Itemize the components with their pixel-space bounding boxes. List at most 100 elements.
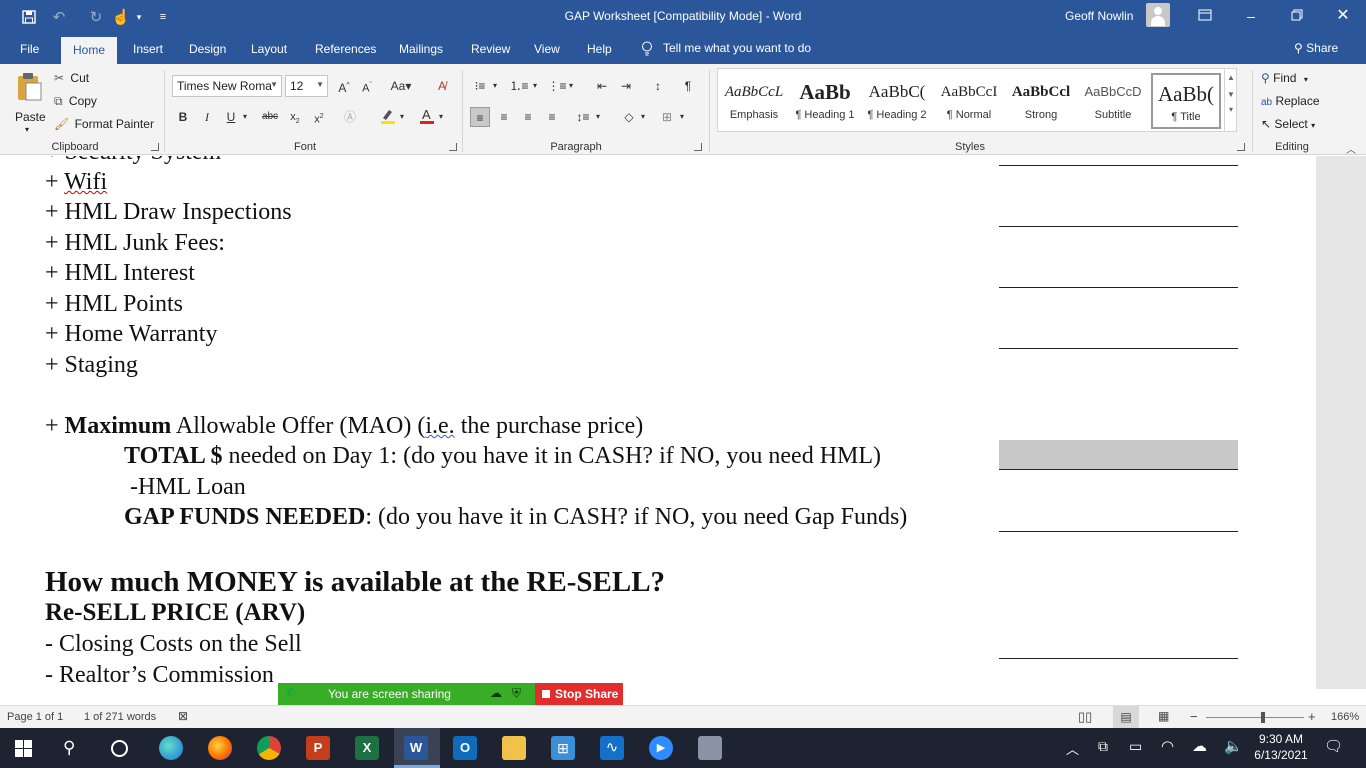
word-icon[interactable]: W — [404, 736, 428, 760]
align-center-icon[interactable]: ≡ — [494, 107, 514, 127]
search-icon[interactable]: ⚲ — [63, 738, 75, 758]
font-color-icon[interactable]: A — [417, 107, 437, 127]
cut-button[interactable]: ✂ Cut — [54, 71, 89, 85]
strikethrough-icon[interactable]: abc — [260, 107, 280, 127]
justify-icon[interactable]: ≡ — [542, 107, 562, 127]
replace-button[interactable]: ab Replace — [1261, 94, 1320, 108]
vertical-scrollbar[interactable] — [1316, 156, 1366, 689]
stop-share-button[interactable]: Stop Share — [535, 683, 623, 705]
file-explorer-icon[interactable] — [502, 736, 526, 760]
increase-indent-icon[interactable]: ⇥ — [616, 76, 636, 96]
web-layout-icon[interactable]: ▦ — [1158, 709, 1169, 723]
meet-now-icon[interactable]: ⧉ — [1098, 738, 1108, 755]
tab-layout[interactable]: Layout — [251, 42, 287, 56]
style-heading-1[interactable]: AaBb ¶ Heading 1 — [790, 73, 860, 129]
zoom-level[interactable]: 166% — [1331, 711, 1359, 723]
style-emphasis[interactable]: AaBbCcL Emphasis — [719, 73, 789, 129]
decrease-indent-icon[interactable]: ⇤ — [592, 76, 612, 96]
tab-insert[interactable]: Insert — [133, 42, 163, 56]
sort-icon[interactable]: ↕ — [648, 76, 668, 96]
restore-icon[interactable] — [1285, 6, 1309, 26]
more-styles-icon[interactable]: ▾ — [1225, 105, 1237, 114]
user-name[interactable]: Geoff Nowlin — [1065, 9, 1133, 23]
format-painter-button[interactable]: 🖌 Format Painter — [54, 117, 154, 131]
firefox-icon[interactable] — [208, 736, 232, 760]
document-page[interactable]: + Security System + Wifi + HML Draw Insp… — [0, 156, 1316, 689]
notifications-icon[interactable]: 🗨 — [1324, 737, 1343, 755]
bullets-icon[interactable]: ⁝≡ — [470, 76, 490, 96]
chevron-down-icon[interactable]: ▾ — [530, 76, 540, 96]
bold-icon[interactable]: B — [173, 107, 193, 127]
tab-mailings[interactable]: Mailings — [399, 42, 443, 56]
zoom-slider[interactable] — [1206, 717, 1304, 718]
numbering-icon[interactable]: ⒈≡ — [509, 76, 529, 96]
shrink-font-icon[interactable]: Aˇ — [357, 76, 377, 96]
store-icon[interactable]: ⊞ — [551, 736, 575, 760]
volume-icon[interactable]: 🔈 — [1224, 737, 1243, 755]
print-layout-icon[interactable]: ▤ — [1113, 706, 1139, 728]
tab-view[interactable]: View — [534, 42, 560, 56]
tab-file[interactable]: File — [20, 42, 39, 56]
screen-share-status[interactable]: ✆ You are screen sharing ☁ ⛨ — [278, 683, 535, 705]
italic-icon[interactable]: I — [197, 107, 217, 127]
select-button[interactable]: ↖ Select ▾ — [1261, 117, 1315, 131]
font-size-combo[interactable]: 12 ▼ — [285, 75, 328, 97]
excel-icon[interactable]: X — [355, 736, 379, 760]
tab-design[interactable]: Design — [189, 42, 226, 56]
underline-icon[interactable]: U — [221, 107, 241, 127]
tab-review[interactable]: Review — [471, 42, 510, 56]
change-case-icon[interactable]: Aa▾ — [386, 76, 416, 96]
clipboard-launcher-icon[interactable] — [151, 143, 159, 151]
chevron-up-icon[interactable]: ︿ — [1066, 739, 1079, 758]
line-spacing-icon[interactable]: ↕≡ — [573, 107, 593, 127]
style-strong[interactable]: AaBbCcl Strong — [1006, 73, 1076, 129]
chevron-down-icon[interactable]: ▾ — [638, 107, 648, 127]
tab-home[interactable]: Home — [61, 37, 117, 64]
zoom-slider-thumb[interactable] — [1261, 712, 1265, 723]
clear-formatting-icon[interactable]: A̸ — [432, 76, 452, 96]
align-left-icon[interactable]: ≡ — [470, 107, 490, 127]
font-launcher-icon[interactable] — [449, 143, 457, 151]
superscript-icon[interactable]: x2 — [309, 107, 329, 127]
screen-share-bar[interactable]: ✆ You are screen sharing ☁ ⛨ Stop Share — [278, 683, 623, 705]
chevron-down-icon[interactable]: ▼ — [1225, 90, 1237, 99]
proofing-icon[interactable]: ⊠ — [178, 709, 188, 723]
chrome-icon[interactable] — [257, 736, 281, 760]
tab-help[interactable]: Help — [587, 42, 612, 56]
paragraph-launcher-icon[interactable] — [694, 143, 702, 151]
battery-icon[interactable]: ▭ — [1129, 738, 1142, 755]
copy-button[interactable]: ⧉ Copy — [54, 94, 97, 109]
outlook-icon[interactable]: O — [453, 736, 477, 760]
chevron-down-icon[interactable]: ▾ — [566, 76, 576, 96]
edge-icon[interactable] — [159, 736, 183, 760]
onedrive-icon[interactable]: ☁ — [1192, 737, 1207, 755]
close-icon[interactable]: ✕ — [1331, 6, 1355, 26]
styles-launcher-icon[interactable] — [1237, 143, 1245, 151]
word-count[interactable]: 1 of 271 words — [84, 711, 156, 723]
page-count[interactable]: Page 1 of 1 — [7, 711, 63, 723]
whiteboard-icon[interactable]: ∿ — [600, 736, 624, 760]
chevron-up-icon[interactable]: ▲ — [1225, 73, 1237, 82]
highlight-icon[interactable] — [378, 107, 398, 127]
subscript-icon[interactable]: x2 — [285, 107, 305, 127]
text-effects-icon[interactable]: Ⓐ — [340, 107, 360, 127]
align-right-icon[interactable]: ≡ — [518, 107, 538, 127]
avatar[interactable] — [1146, 3, 1170, 27]
zoom-in-icon[interactable]: + — [1308, 709, 1316, 724]
windows-start-icon[interactable] — [15, 740, 32, 760]
borders-icon[interactable]: ⊞ — [657, 107, 677, 127]
styles-scroll[interactable]: ▲ ▼ ▾ — [1224, 69, 1237, 131]
collapse-ribbon-icon[interactable]: ︿ — [1346, 141, 1356, 156]
minimize-icon[interactable]: – — [1239, 6, 1263, 26]
app-icon[interactable] — [698, 736, 722, 760]
font-name-combo[interactable]: Times New Roma ▼ — [172, 75, 282, 97]
zoom-out-icon[interactable]: − — [1190, 709, 1198, 724]
style-heading-2[interactable]: AaBbC( ¶ Heading 2 — [862, 73, 932, 129]
chevron-down-icon[interactable]: ▾ — [436, 107, 446, 127]
chevron-down-icon[interactable]: ▾ — [677, 107, 687, 127]
chevron-down-icon[interactable]: ▾ — [593, 107, 603, 127]
chevron-down-icon[interactable]: ▾ — [240, 107, 250, 127]
style-subtitle[interactable]: AaBbCcD Subtitle — [1078, 73, 1148, 129]
paste-button[interactable]: Paste ▾ — [12, 70, 46, 136]
style-normal[interactable]: AaBbCcI ¶ Normal — [934, 73, 1004, 129]
